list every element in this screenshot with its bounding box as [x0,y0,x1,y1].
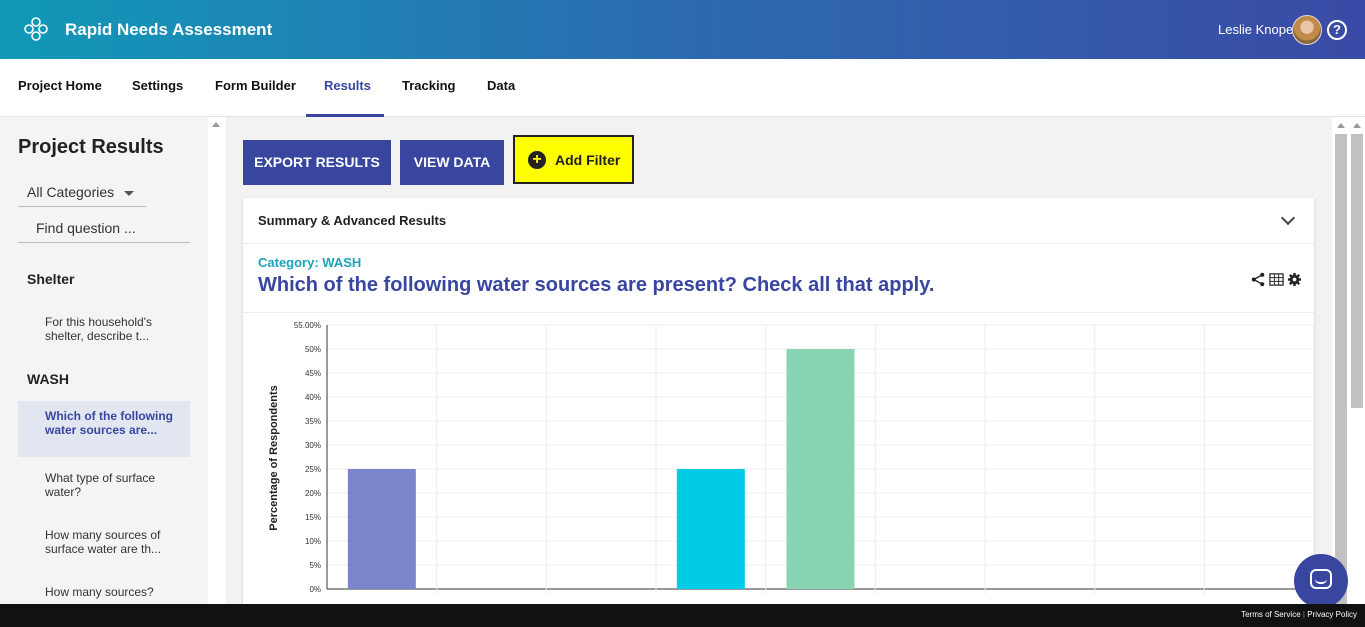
results-main: EXPORT RESULTS VIEW DATA + Add Filter Su… [226,117,1332,604]
sidebar-section-wash: WASH [27,371,69,387]
chart-tools [1251,272,1302,287]
tab-tracking[interactable]: Tracking [384,59,473,117]
sidebar-question-item[interactable]: How many sources? [18,577,190,604]
y-tick-label: 20% [305,489,321,498]
privacy-link[interactable]: Privacy Policy [1307,610,1357,619]
y-tick-label: 5% [309,561,321,570]
y-axis-label: Percentage of Respondents [268,385,280,530]
scroll-up-icon[interactable] [1337,123,1345,128]
app-logo-icon[interactable] [24,17,48,41]
user-name[interactable]: Leslie Knope [1218,22,1293,37]
sidebar-question-item-active[interactable]: Which of the following water sources are… [18,401,190,457]
y-tick-label: 30% [305,441,321,450]
caret-down-icon [124,190,135,196]
tab-settings[interactable]: Settings [114,59,201,117]
bar[interactable] [676,469,745,589]
sidebar-question-item[interactable]: For this household's shelter, describe t… [18,307,190,351]
y-tick-label: 25% [305,465,321,474]
question-category: Category: WASH [258,255,362,270]
sidebar-section-shelter: Shelter [27,271,75,287]
footer-links: Terms of Service | Privacy Policy [1241,610,1357,619]
sidebar-question-item[interactable]: How many sources of surface water are th… [18,520,190,564]
scroll-up-icon[interactable] [212,122,220,127]
y-tick-label: 55.00% [294,321,321,330]
y-tick-label: 10% [305,537,321,546]
y-tick-label: 40% [305,393,321,402]
chevron-down-icon[interactable] [1280,210,1296,226]
gear-icon[interactable] [1287,272,1302,287]
avatar[interactable] [1292,15,1322,45]
y-tick-label: 50% [305,345,321,354]
add-filter-button[interactable]: + Add Filter [513,135,634,184]
y-tick-label: 45% [305,369,321,378]
scrollbar-thumb[interactable] [1351,134,1363,408]
terms-link[interactable]: Terms of Service [1241,610,1301,619]
tab-project-home[interactable]: Project Home [0,59,120,117]
results-sidebar: Project Results All Categories Find ques… [0,117,208,604]
bar[interactable] [786,349,855,589]
sidebar-question-item[interactable]: What type of surface water? [18,463,190,507]
bar-chart: 0% 5% 10% 15% 20% 25% 30% 35% 40% 45% 50% 55.00% Pe… [268,321,1314,594]
share-icon[interactable] [1251,272,1266,287]
plus-circle-icon: + [528,151,546,169]
category-select[interactable]: All Categories [18,179,146,207]
help-icon[interactable]: ? [1327,20,1347,40]
tab-results[interactable]: Results [306,59,384,117]
app-header: Rapid Needs Assessment Leslie Knope ? [0,0,1365,59]
footer: Terms of Service | Privacy Policy [0,604,1365,627]
summary-header[interactable]: Summary & Advanced Results [243,198,1314,244]
app-title: Rapid Needs Assessment [65,20,273,39]
chat-launcher-button[interactable] [1294,554,1348,608]
view-data-button[interactable]: VIEW DATA [400,140,504,185]
y-tick-label: 0% [309,585,321,594]
scroll-up-icon[interactable] [1353,123,1361,128]
question-search-input[interactable]: Find question ... [18,215,190,243]
scrollbar-thumb[interactable] [1335,134,1347,604]
bar[interactable] [347,469,416,589]
sidebar-title: Project Results [18,136,164,158]
summary-title: Summary & Advanced Results [258,213,447,228]
category-select-value: All Categories [27,184,115,200]
y-tick-label: 15% [305,513,321,522]
add-filter-label: Add Filter [555,152,621,168]
export-results-button[interactable]: EXPORT RESULTS [243,140,391,185]
main-nav: Project Home Settings Form Builder Resul… [0,59,1365,117]
results-card: Summary & Advanced Results Category: WAS… [243,198,1314,604]
footer-separator: | [1302,610,1305,619]
y-axis-ticks: 0% 5% 10% 15% 20% 25% 30% 35% 40% 45% 50% 55.00% [294,321,321,594]
question-title: Which of the following water sources are… [258,274,935,296]
y-tick-label: 35% [305,417,321,426]
tab-form-builder[interactable]: Form Builder [197,59,314,117]
sidebar-scrollbar[interactable] [208,117,226,604]
tab-data[interactable]: Data [469,59,533,117]
table-icon[interactable] [1269,272,1284,287]
